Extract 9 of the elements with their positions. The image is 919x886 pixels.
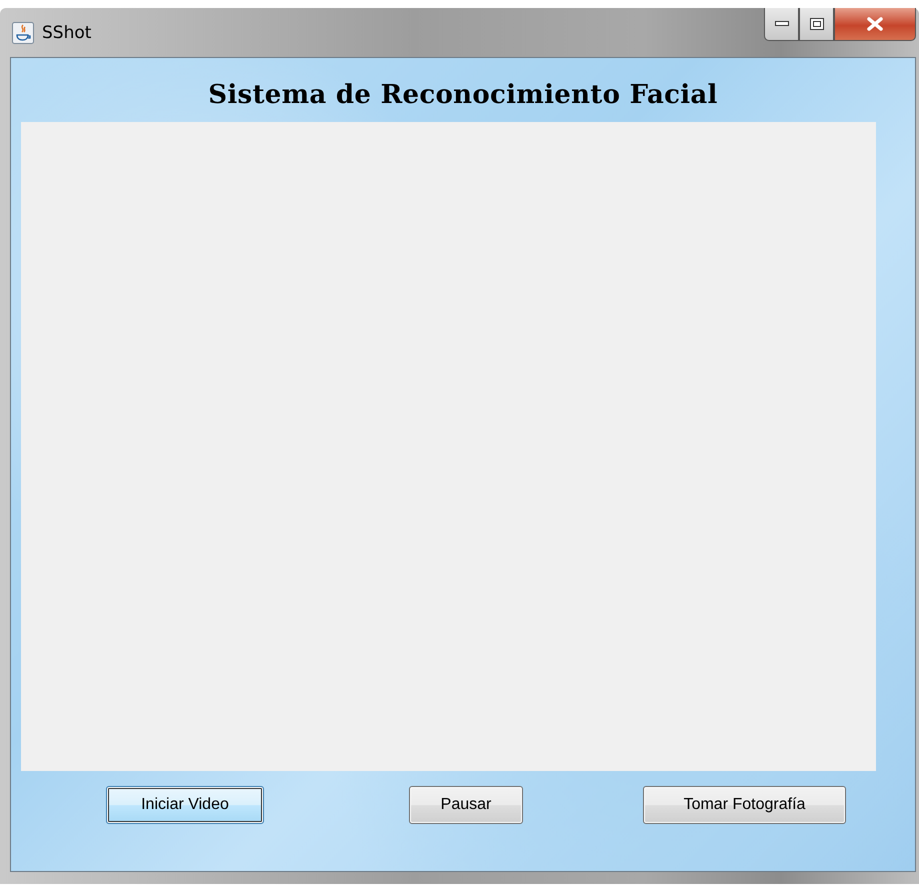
- app-heading: Sistema de Reconocimiento Facial: [208, 80, 718, 110]
- pause-button[interactable]: Pausar: [409, 786, 523, 824]
- maximize-icon[interactable]: [810, 18, 824, 30]
- coffee-cup-icon: [12, 22, 34, 44]
- minimize-icon[interactable]: [774, 21, 788, 27]
- take-photo-button[interactable]: Tomar Fotografía: [643, 786, 846, 824]
- window-title: SShot: [42, 22, 92, 42]
- start-video-button[interactable]: Iniciar Video: [106, 786, 264, 824]
- close-icon[interactable]: [867, 17, 883, 31]
